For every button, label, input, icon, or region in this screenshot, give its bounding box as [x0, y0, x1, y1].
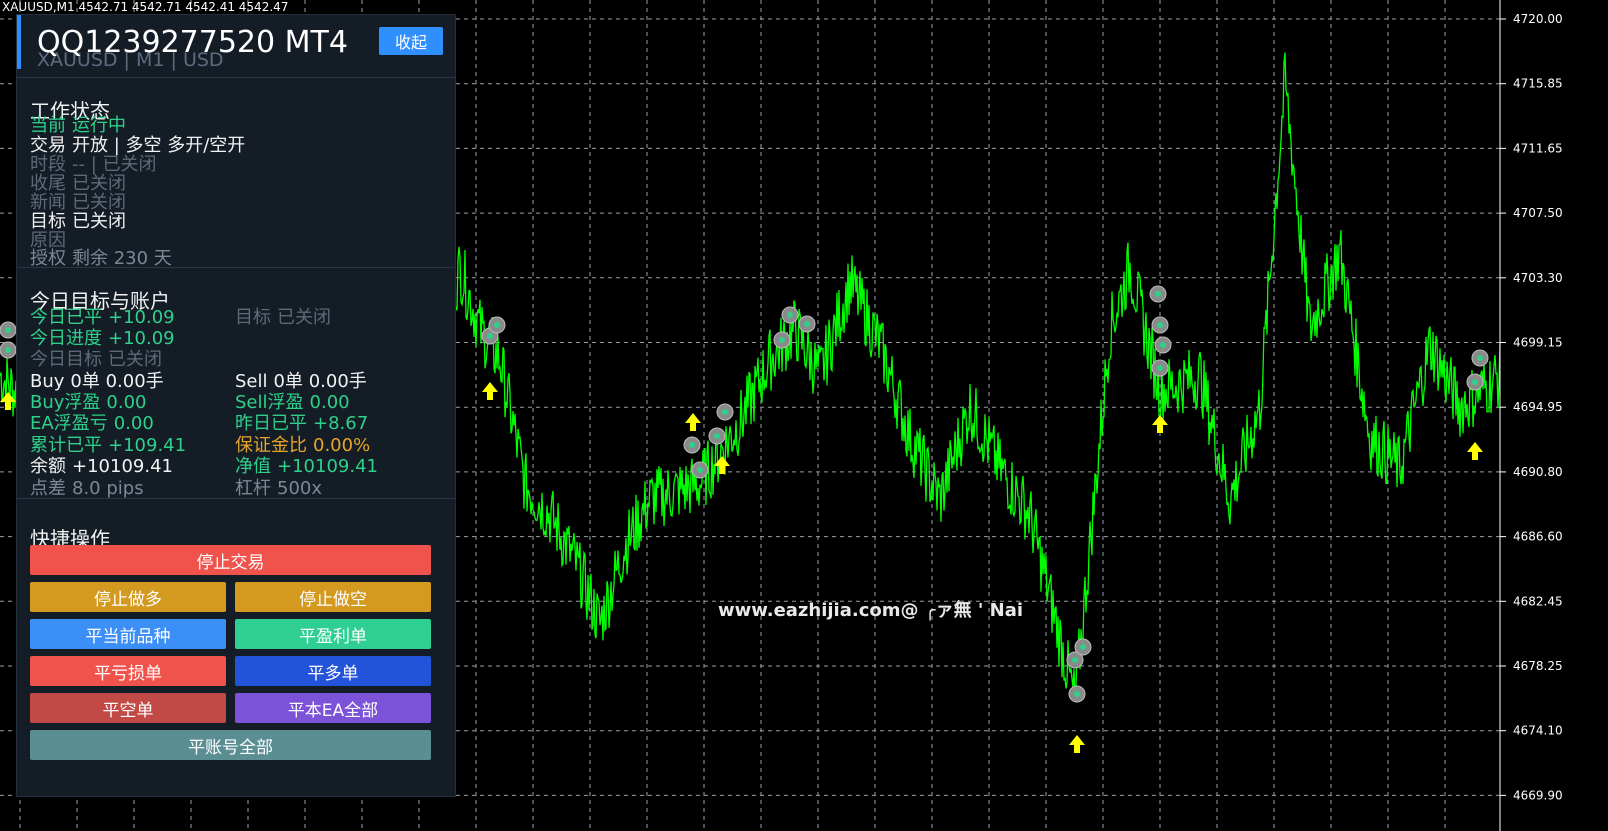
stop-trading-button[interactable]: 停止交易 [30, 545, 431, 575]
price-axis-label: 4690.80 [1513, 465, 1563, 479]
price-axis-label: 4682.45 [1513, 594, 1563, 608]
today-target: 今日目标 已关闭 [30, 349, 162, 370]
buy-arrow [1152, 415, 1168, 433]
trade-marker-dot [779, 337, 785, 343]
price-axis-label: 4711.65 [1513, 141, 1563, 155]
spread: 点差 8.0 pips [30, 478, 144, 499]
watermark-text: www.eazhijia.com@ ╭ァ無 ' Nai [718, 600, 1024, 621]
equity: 净值 +10109.41 [235, 456, 378, 477]
close-loss-button[interactable]: 平亏损单 [30, 656, 226, 686]
leverage: 杠杆 500x [235, 478, 323, 499]
ea-float: EA浮盈亏 0.00 [30, 413, 154, 434]
trade-marker-dot [787, 312, 793, 318]
trade-marker-dot [487, 333, 493, 339]
buy-orders: Buy 0单 0.00手 [30, 371, 164, 392]
trade-marker-dot [494, 322, 500, 328]
status-closing: 收尾 已关闭 [30, 173, 126, 194]
price-axis-label: 4674.10 [1513, 724, 1563, 738]
yesterday-closed: 昨日已平 +8.67 [235, 413, 369, 434]
price-axis-label: 4715.85 [1513, 77, 1563, 91]
price-axis: 4720.00 4715.85 4711.65 4707.50 4703.30 4699.… [1499, 0, 1563, 831]
buy-arrow [1069, 735, 1085, 753]
goal-status: 目标 已关闭 [235, 307, 331, 328]
trade-marker-dot [804, 321, 810, 327]
buy-arrow [714, 456, 730, 474]
trade-marker-dot [1157, 365, 1163, 371]
price-axis-label: 4707.50 [1513, 206, 1563, 220]
stop-long-button[interactable]: 停止做多 [30, 582, 226, 612]
price-axis-label: 4694.95 [1513, 400, 1563, 414]
balance: 余额 +10109.41 [30, 456, 173, 477]
trade-marker-dot [1160, 342, 1166, 348]
buy-arrow [1467, 442, 1483, 460]
price-axis-label: 4669.90 [1513, 788, 1563, 802]
status-trade: 交易 开放 | 多空 多开/空开 [30, 135, 246, 156]
sell-orders: Sell 0单 0.00手 [235, 371, 367, 392]
close-account-all-button[interactable]: 平账号全部 [30, 730, 431, 760]
margin-ratio: 保证金比 0.00% [235, 435, 371, 456]
price-axis-label: 4678.25 [1513, 659, 1563, 673]
status-news: 新闻 已关闭 [30, 192, 126, 213]
stop-short-button[interactable]: 停止做空 [235, 582, 431, 612]
trade-marker-dot [5, 347, 11, 353]
close-buy-button[interactable]: 平多单 [235, 656, 431, 686]
trade-marker-dot [1072, 657, 1078, 663]
trade-marker-dot [1074, 691, 1080, 697]
trade-marker-dot [1155, 291, 1161, 297]
divider [17, 498, 455, 499]
close-profit-button[interactable]: 平盈利单 [235, 619, 431, 649]
buy-float: Buy浮盈 0.00 [30, 392, 147, 413]
status-current: 当前 运行中 [30, 115, 126, 136]
sell-float: Sell浮盈 0.00 [235, 392, 350, 413]
today-closed: 今日已平 +10.09 [30, 307, 175, 328]
close-ea-all-button[interactable]: 平本EA全部 [235, 693, 431, 723]
ea-control-panel: XAUUSD | M1 | USD QQ1239277520 MT4 收起 工作… [16, 14, 456, 797]
close-symbol-button[interactable]: 平当前品种 [30, 619, 226, 649]
title-accent-bar [17, 15, 21, 69]
collapse-button[interactable]: 收起 [379, 27, 443, 55]
status-target: 目标 已关闭 [30, 211, 126, 232]
trade-marker-dot [697, 467, 703, 473]
trade-marker-dot [689, 442, 695, 448]
trade-marker-dot [1157, 322, 1163, 328]
panel-title: QQ1239277520 MT4 [37, 25, 348, 60]
price-axis-label: 4720.00 [1513, 12, 1563, 26]
divider [17, 77, 455, 78]
price-axis-label: 4703.30 [1513, 271, 1563, 285]
today-progress: 今日进度 +10.09 [30, 328, 175, 349]
status-license: 授权 剩余 230 天 [30, 248, 172, 269]
buy-arrow [482, 382, 498, 400]
status-session: 时段 -- | 已关闭 [30, 154, 157, 175]
price-axis-label: 4699.15 [1513, 336, 1563, 350]
trade-marker-dot [1472, 379, 1478, 385]
trade-marker-dot [722, 409, 728, 415]
trade-marker-dot [1080, 644, 1086, 650]
divider [17, 267, 455, 268]
buy-arrow [685, 413, 701, 431]
trade-marker-dot [5, 327, 11, 333]
trade-marker-dot [1477, 355, 1483, 361]
price-axis-label: 4686.60 [1513, 530, 1563, 544]
trade-marker-dot [714, 433, 720, 439]
close-sell-button[interactable]: 平空单 [30, 693, 226, 723]
symbol-info: XAUUSD,M1 4542.71 4542.71 4542.41 4542.4… [2, 0, 289, 14]
total-closed: 累计已平 +109.41 [30, 435, 187, 456]
